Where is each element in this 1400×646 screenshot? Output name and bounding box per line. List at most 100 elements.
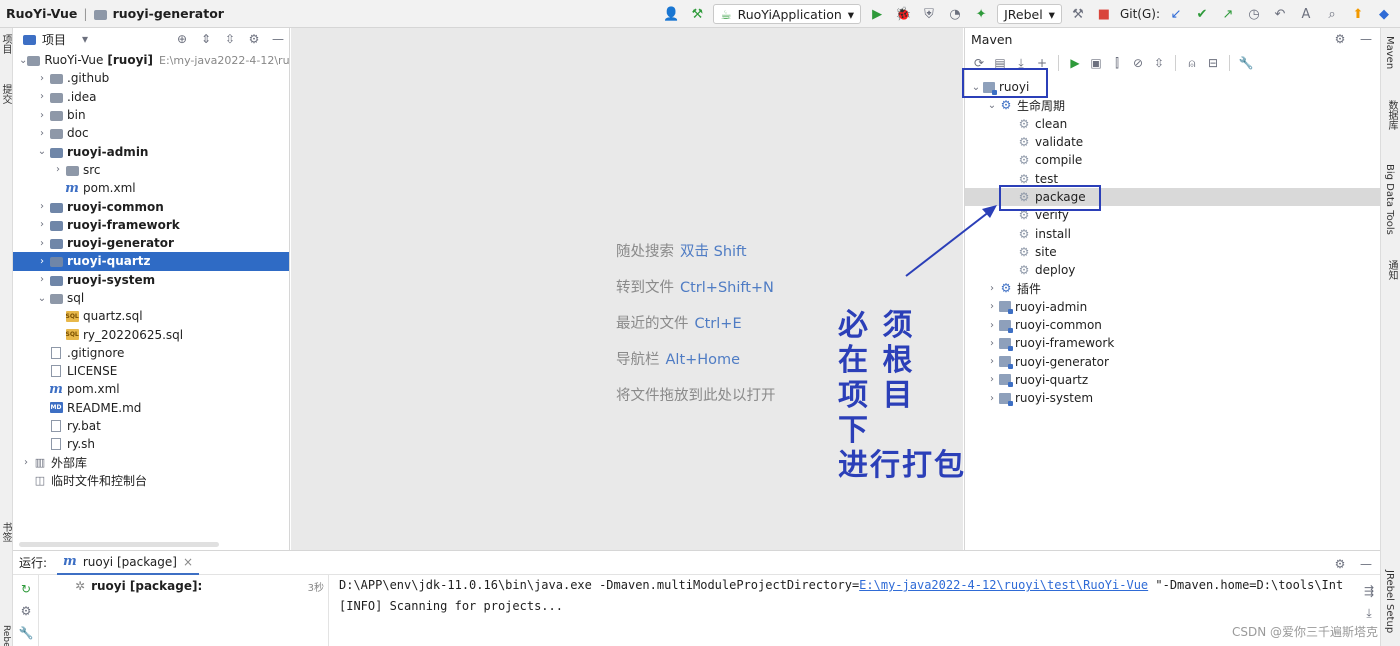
rerun-icon[interactable]: ↻ (18, 581, 34, 597)
maven-tree-item[interactable]: › ruoyi-quartz (965, 371, 1380, 389)
search-icon[interactable]: ⌕ (1322, 4, 1342, 24)
tree-item[interactable]: ry.sh (13, 435, 289, 453)
run-maven-build-icon[interactable]: ▶ (1067, 55, 1083, 71)
profile-icon[interactable]: ◔ (945, 4, 965, 24)
chevron-right-icon[interactable]: › (19, 457, 33, 468)
run-tab[interactable]: m ruoyi [package] × (57, 551, 200, 575)
maven-tree-item[interactable]: › ruoyi-framework (965, 334, 1380, 352)
git-commit-icon[interactable]: ✔ (1192, 4, 1212, 24)
tree-item[interactable]: ◫ 临时文件和控制台 (13, 472, 289, 490)
tree-item[interactable]: m pom.xml (13, 380, 289, 398)
close-icon[interactable]: × (183, 555, 193, 569)
tree-item[interactable]: SQL quartz.sql (13, 307, 289, 325)
maven-tree-item[interactable]: › ruoyi-common (965, 316, 1380, 334)
translate-icon[interactable]: A (1296, 4, 1316, 24)
maven-tree-item[interactable]: ⚙ clean (965, 115, 1380, 133)
maven-tree-item[interactable]: › ⚙ 插件 (965, 279, 1380, 297)
tree-item[interactable]: › ruoyi-quartz (13, 252, 289, 271)
rollback-icon[interactable]: ↶ (1270, 4, 1290, 24)
expand-all-icon[interactable]: ⇕ (198, 31, 214, 47)
chevron-right-icon[interactable]: › (35, 238, 49, 249)
maven-tree-item[interactable]: ⚙ install (965, 224, 1380, 242)
maven-settings-wrench-icon[interactable]: 🔧 (1238, 55, 1254, 71)
coverage-icon[interactable]: ⛨ (919, 4, 939, 24)
chevron-right-icon[interactable]: › (35, 110, 49, 121)
settings-icon[interactable]: ⚙ (18, 603, 34, 619)
chevron-right-icon[interactable]: › (35, 219, 49, 230)
build-hammer-icon[interactable]: ⚒ (687, 4, 707, 24)
maven-tool-button[interactable]: Maven (1384, 36, 1395, 69)
tree-item[interactable]: LICENSE (13, 362, 289, 380)
maven-tree-item[interactable]: ⚙ deploy (965, 261, 1380, 279)
stop-icon[interactable]: ■ (1094, 4, 1114, 24)
console-path-link[interactable]: E:\my-java2022-4-12\ruoyi\test\RuoYi-Vue (859, 578, 1148, 592)
git-push-icon[interactable]: ↗ (1218, 4, 1238, 24)
chevron-right-icon[interactable]: › (35, 91, 49, 102)
notifications-tool-button[interactable]: 通知 (1384, 260, 1399, 280)
maven-tree-item[interactable]: ⚙ compile (965, 151, 1380, 169)
chevron-right-icon[interactable]: › (35, 73, 49, 84)
toggle-offline-icon[interactable]: ⫿ (1109, 55, 1125, 71)
wrench-icon[interactable]: 🔧 (18, 625, 34, 641)
jrebel-selector[interactable]: JRebel ▾ (997, 4, 1062, 24)
jrebel-bottom-tool-button[interactable]: Rebel (1, 625, 11, 646)
minimize-icon[interactable]: — (270, 31, 286, 47)
tree-item[interactable]: › ruoyi-framework (13, 216, 289, 234)
tree-item[interactable]: › ▥ 外部库 (13, 454, 289, 472)
chevron-right-icon[interactable]: › (35, 274, 49, 285)
tree-item[interactable]: .gitignore (13, 344, 289, 362)
chevron-right-icon[interactable]: › (35, 201, 49, 212)
minimize-icon[interactable]: — (1358, 556, 1374, 572)
minimize-icon[interactable]: — (1358, 31, 1374, 47)
chevron-right-icon[interactable]: › (51, 164, 65, 175)
commit-tool-button[interactable]: 提交 (0, 84, 13, 104)
jetbrains-logo-icon[interactable]: ◆ (1374, 4, 1394, 24)
big-data-tools-button[interactable]: Big Data Tools (1384, 164, 1395, 235)
project-tool-button[interactable]: 项目 (0, 34, 13, 54)
tree-item[interactable]: MD README.md (13, 399, 289, 417)
chevron-right-icon[interactable]: › (35, 128, 49, 139)
show-diagram-icon[interactable]: ⊟ (1205, 55, 1221, 71)
chevron-down-icon[interactable]: ⌄ (19, 55, 27, 66)
chevron-down-icon[interactable]: ⌄ (35, 146, 49, 157)
tree-item[interactable]: › ruoyi-generator (13, 234, 289, 252)
breadcrumb-module[interactable]: ruoyi-generator (113, 6, 224, 21)
tree-item[interactable]: › ruoyi-common (13, 197, 289, 215)
tree-item[interactable]: SQL ry_20220625.sql (13, 325, 289, 343)
bookmarks-tool-button[interactable]: 书签 (0, 522, 13, 542)
maven-tree-item[interactable]: ⚙ validate (965, 133, 1380, 151)
jrebel-run-icon[interactable]: ✦ (971, 4, 991, 24)
horizontal-scrollbar[interactable] (19, 542, 219, 547)
skip-tests-icon[interactable]: ⊘ (1130, 55, 1146, 71)
tree-item[interactable]: › ruoyi-system (13, 271, 289, 289)
maven-tree-item[interactable]: › ruoyi-system (965, 389, 1380, 407)
tree-root[interactable]: ⌄ RuoYi-Vue [ruoyi] E:\my-java2022-4-12\… (13, 51, 289, 69)
jrebel-setup-tool-button[interactable]: JRebel Setup (1384, 570, 1395, 633)
hammer-disabled-icon[interactable]: ⚒ (1068, 4, 1088, 24)
chevron-down-icon[interactable]: ⌄ (35, 293, 49, 304)
scroll-to-end-icon[interactable]: ⤓ (1361, 605, 1377, 621)
project-panel-title[interactable]: 项目 (42, 31, 66, 48)
collapse-all-icon[interactable]: ⇳ (1151, 55, 1167, 71)
tree-item[interactable]: › .github (13, 69, 289, 87)
tree-item[interactable]: › .idea (13, 88, 289, 106)
tree-item[interactable]: m pom.xml (13, 179, 289, 197)
tree-item[interactable]: ry.bat (13, 417, 289, 435)
run-tree-item[interactable]: ✲ ruoyi [package]: (75, 579, 202, 593)
tree-item[interactable]: › bin (13, 106, 289, 124)
gear-icon[interactable]: ⚙ (1332, 556, 1348, 572)
gear-icon[interactable]: ⚙ (1332, 31, 1348, 47)
execute-goal-icon[interactable]: ▣ (1088, 55, 1104, 71)
chevron-down-icon[interactable]: ⌄ (985, 100, 999, 111)
chevron-down-icon[interactable]: ▾ (82, 32, 88, 46)
locate-icon[interactable]: ⊕ (174, 31, 190, 47)
maven-tree-item[interactable]: › ruoyi-generator (965, 352, 1380, 370)
maven-tree-item[interactable]: › ruoyi-admin (965, 298, 1380, 316)
maven-tree-item[interactable]: ⌄ ⚙ 生命周期 (965, 96, 1380, 114)
breadcrumb-project[interactable]: RuoYi-Vue (6, 6, 77, 21)
tree-item[interactable]: › src (13, 161, 289, 179)
debug-icon[interactable]: 🐞 (893, 4, 913, 24)
show-dependencies-icon[interactable]: ⍝ (1184, 55, 1200, 71)
maven-tree-item[interactable]: ⚙ site (965, 243, 1380, 261)
update-icon[interactable]: ⬆ (1348, 4, 1368, 24)
